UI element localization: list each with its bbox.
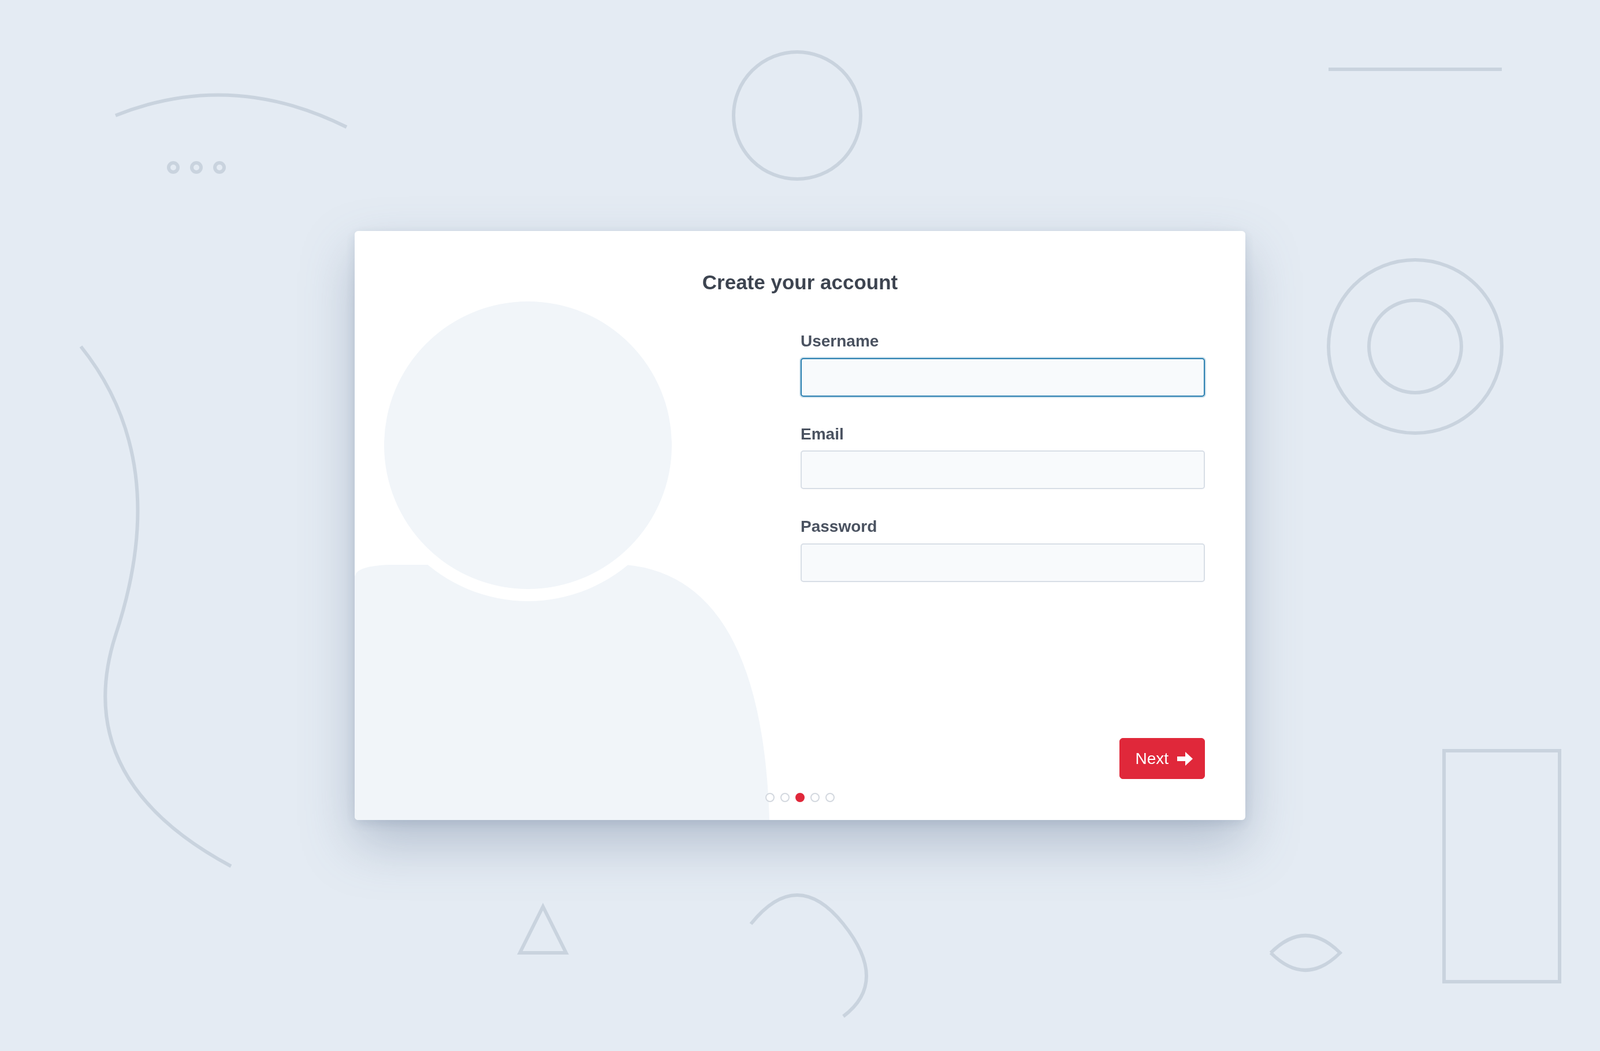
text-field[interactable] <box>800 543 1205 583</box>
text-field[interactable] <box>800 358 1205 397</box>
field-group: Email <box>800 424 1205 490</box>
step-dot[interactable] <box>825 793 835 803</box>
avatar-placeholder-icon <box>354 231 771 821</box>
step-dot[interactable] <box>795 793 805 803</box>
signup-dialog: Create your account Username Email Password… <box>354 231 1246 821</box>
field-label: Email <box>800 424 1205 445</box>
field-group: Password <box>800 516 1205 583</box>
text-field[interactable] <box>800 450 1205 490</box>
signup-form: Username Email Password Next <box>800 331 1205 780</box>
arrow-right-icon <box>1175 749 1194 769</box>
next-button[interactable]: Next <box>1119 738 1205 780</box>
field-label: Username <box>800 331 1205 352</box>
step-dot[interactable] <box>765 793 775 803</box>
field-group: Username <box>800 331 1205 397</box>
step-indicator <box>354 779 1246 821</box>
next-button-label: Next <box>1135 746 1169 772</box>
dialog-title: Create your account <box>354 231 1246 295</box>
step-dot[interactable] <box>810 793 820 803</box>
step-dot[interactable] <box>780 793 790 803</box>
dialog-body: Username Email Password Next <box>354 294 1246 780</box>
field-label: Password <box>800 516 1205 537</box>
